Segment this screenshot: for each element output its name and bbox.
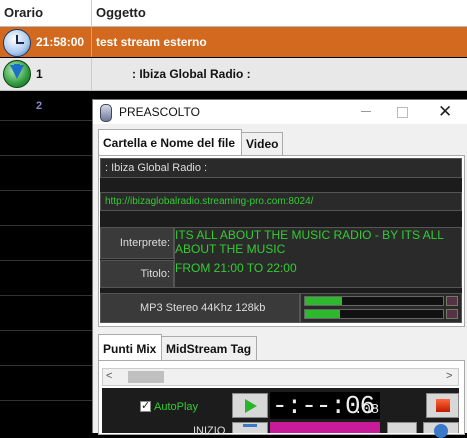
- tab-midstream-label: MidStream Tag: [166, 342, 252, 356]
- format-text: MP3 Stereo 44Khz 128kb: [140, 302, 266, 314]
- meter-peak-left: [446, 296, 458, 306]
- scroll-thumb[interactable]: [128, 371, 164, 383]
- station-field: : Ibiza Global Radio :: [100, 158, 462, 178]
- set-start-button[interactable]: [232, 422, 268, 433]
- url-field: http://ibizaglobalradio.streaming-pro.co…: [100, 192, 462, 211]
- interprete-label-box: Interprete:: [100, 227, 174, 259]
- row-divider: [0, 155, 92, 156]
- row-divider: [0, 120, 92, 121]
- table-row[interactable]: 1 : Ibiza Global Radio :: [0, 58, 467, 91]
- titolo-label: Titolo:: [140, 268, 170, 280]
- column-header-object[interactable]: Oggetto: [96, 5, 146, 20]
- dialog-titlebar[interactable]: PREASCOLTO ✕: [93, 100, 467, 124]
- start-time-field[interactable]: [270, 422, 380, 433]
- stop-icon: [436, 399, 450, 412]
- autoplay-checkbox[interactable]: ✓: [140, 400, 151, 412]
- tab-punti-mix[interactable]: Punti Mix: [98, 334, 162, 361]
- level-fill: [305, 310, 340, 318]
- column-divider: [91, 0, 92, 26]
- scroll-right-icon[interactable]: >: [446, 370, 452, 382]
- counter-fraction: .08: [354, 402, 380, 418]
- tab-punti-mix-label: Punti Mix: [103, 342, 157, 356]
- dialog-title: PREASCOLTO: [119, 105, 200, 119]
- circle-play-icon: [434, 424, 448, 438]
- row-divider: [0, 225, 92, 226]
- column-header-time[interactable]: Orario: [4, 5, 43, 20]
- titolo-value: FROM 21:00 TO 22:00: [175, 261, 297, 275]
- level-meter-left: [304, 296, 444, 306]
- row-divider: [0, 330, 92, 331]
- row-time: 21:58:00: [36, 35, 85, 49]
- time-counter: -:--:06 .08: [270, 391, 380, 421]
- column-divider: [91, 27, 92, 57]
- tab-video[interactable]: Video: [241, 132, 283, 156]
- row-title: : Ibiza Global Radio :: [132, 67, 251, 81]
- schedule-left-column: [0, 91, 92, 432]
- meter-peak-right: [446, 309, 458, 319]
- step-button[interactable]: [387, 422, 417, 433]
- tab-midstream-tag[interactable]: MidStream Tag: [161, 336, 257, 362]
- row-number: 1: [36, 67, 43, 81]
- row-title: test stream esterno: [96, 35, 207, 49]
- interprete-value: ITS ALL ABOUT THE MUSIC RADIO - BY ITS A…: [175, 228, 444, 256]
- row-divider: [0, 400, 92, 401]
- row-divider: [0, 260, 92, 261]
- scroll-left-icon[interactable]: <: [106, 370, 112, 382]
- download-icon: [3, 60, 31, 88]
- microphone-icon: [100, 104, 112, 122]
- arrow-head: [10, 65, 24, 79]
- tab-file[interactable]: Cartella e Nome del file: [98, 129, 242, 156]
- titolo-label-box: Titolo:: [100, 260, 174, 288]
- level-meter-right: [304, 309, 444, 319]
- inizio-label: INIZIO: [193, 425, 226, 437]
- level-fill: [305, 297, 343, 305]
- table-row[interactable]: 21:58:00 test stream esterno: [0, 27, 467, 57]
- autoplay-label: AutoPlay: [154, 401, 199, 413]
- schedule-header: Orario Oggetto: [0, 0, 467, 27]
- horizontal-scrollbar[interactable]: < >: [102, 368, 459, 386]
- format-box: MP3 Stereo 44Khz 128kb: [100, 293, 300, 323]
- check-icon: ✓: [141, 400, 151, 412]
- tab-video-label: Video: [246, 137, 279, 151]
- clock-hand: [16, 42, 24, 44]
- preview-button[interactable]: [423, 422, 459, 438]
- tab-file-label: Cartella e Nome del file: [103, 136, 236, 150]
- preascolto-dialog: PREASCOLTO ✕ Cartella e Nome del file Vi…: [92, 99, 467, 438]
- play-icon: [245, 399, 257, 413]
- row-divider: [0, 365, 92, 366]
- row-divider: [0, 295, 92, 296]
- play-button[interactable]: [232, 393, 268, 418]
- row-number[interactable]: 2: [36, 100, 42, 112]
- arrow-right-icon: [243, 424, 257, 427]
- column-divider: [91, 58, 92, 90]
- station-name: : Ibiza Global Radio :: [105, 162, 208, 174]
- row-divider: [0, 190, 92, 191]
- stream-url: http://ibizaglobalradio.streaming-pro.co…: [105, 196, 314, 207]
- stop-button[interactable]: [426, 393, 459, 418]
- maximize-button[interactable]: [397, 107, 408, 118]
- interprete-label: Interprete:: [119, 237, 170, 249]
- minimize-button[interactable]: [361, 111, 371, 112]
- close-icon[interactable]: ✕: [438, 102, 452, 122]
- clock-icon: [3, 29, 31, 57]
